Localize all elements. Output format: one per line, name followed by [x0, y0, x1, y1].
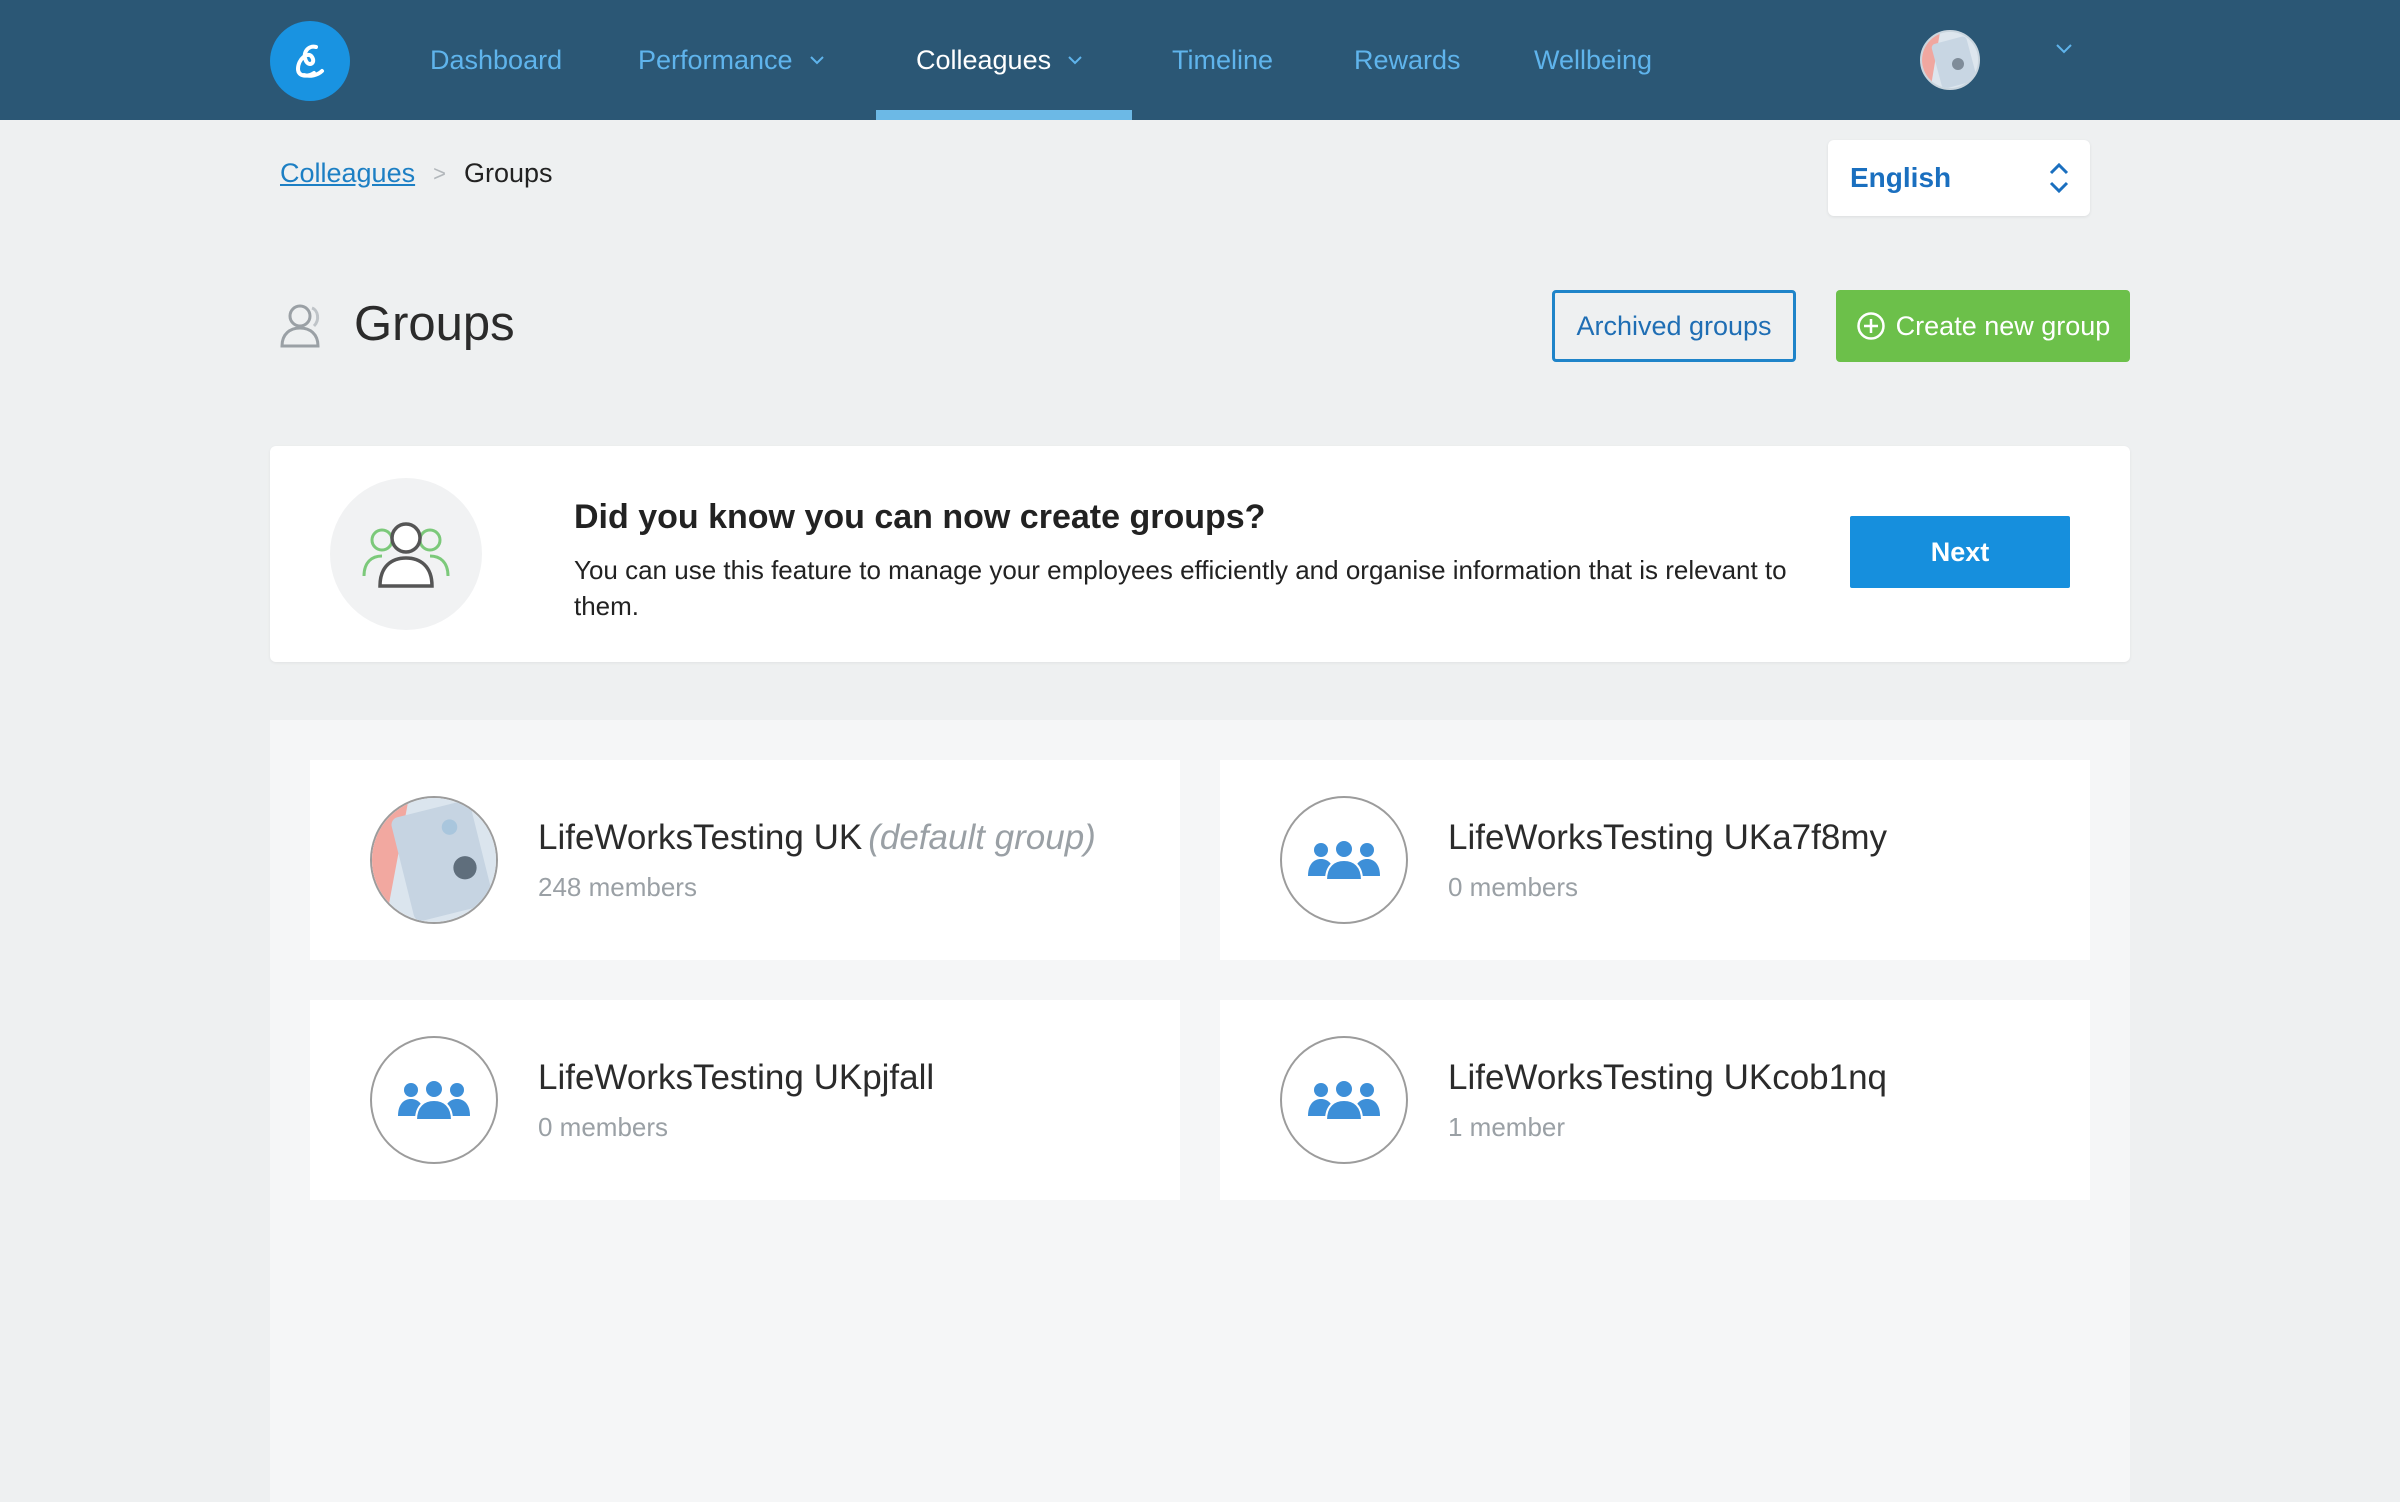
plus-circle-icon: [1856, 312, 1885, 340]
info-illustration: [330, 478, 482, 630]
group-card[interactable]: LifeWorksTesting UKpjfall 0 members: [310, 1000, 1180, 1200]
create-new-group-label: Create new group: [1895, 310, 2111, 341]
nav-colleagues[interactable]: Colleagues: [916, 0, 1085, 120]
nav-wellbeing[interactable]: Wellbeing: [1534, 0, 1652, 120]
nav-rewards-label: Rewards: [1354, 44, 1461, 75]
nav-dashboard-label: Dashboard: [430, 44, 563, 75]
group-avatar: [370, 1036, 498, 1164]
info-card-title: Did you know you can now create groups?: [574, 498, 1266, 536]
group-avatar: [1280, 1036, 1408, 1164]
lifeworks-logo[interactable]: [270, 21, 350, 101]
select-updown-icon: [2049, 162, 2069, 194]
group-name: LifeWorksTesting UKpjfall: [538, 1058, 935, 1097]
group-member-count: 0 members: [538, 1112, 669, 1142]
nav-timeline[interactable]: Timeline: [1172, 0, 1273, 120]
group-name: LifeWorksTesting UK (default group): [538, 818, 1096, 858]
breadcrumb-current: Groups: [463, 158, 553, 188]
user-photo-icon: [1922, 32, 1978, 88]
nav-wellbeing-label: Wellbeing: [1534, 44, 1653, 75]
group-people-icon: [398, 1079, 470, 1121]
archived-groups-button[interactable]: Archived groups: [1552, 290, 1796, 362]
nav-rewards[interactable]: Rewards: [1354, 0, 1461, 120]
breadcrumb: Colleagues > Groups: [280, 158, 553, 189]
logo-icon: [295, 44, 324, 78]
group-avatar: [370, 796, 498, 924]
default-group-tag: (default group): [868, 818, 1096, 857]
language-select-value: English: [1850, 162, 1952, 193]
chevron-down-icon: [809, 56, 824, 65]
nav-dashboard[interactable]: Dashboard: [430, 0, 562, 120]
group-people-icon: [1308, 1079, 1380, 1121]
user-avatar[interactable]: [1920, 30, 1980, 90]
next-button[interactable]: Next: [1850, 516, 2070, 588]
chevron-down-icon: [1068, 56, 1082, 65]
page-title: Groups: [354, 297, 515, 351]
language-select[interactable]: English: [1828, 140, 2090, 216]
nav-colleagues-label: Colleagues: [916, 44, 1052, 75]
group-avatar: [1280, 796, 1408, 924]
group-people-icon: [1308, 839, 1380, 881]
group-name: LifeWorksTesting UKa7f8my: [1448, 818, 1887, 857]
group-member-count: 1 member: [1448, 1112, 1566, 1142]
group-card[interactable]: LifeWorksTesting UKa7f8my 0 members: [1220, 760, 2090, 960]
info-card-text: You can use this feature to manage your …: [574, 555, 1787, 621]
people-group-icon: [362, 522, 450, 588]
user-menu-chevron-icon[interactable]: [2052, 40, 2076, 58]
group-name: LifeWorksTesting UKcob1nq: [1448, 1058, 1888, 1097]
breadcrumb-colleagues-link[interactable]: Colleagues: [280, 158, 415, 189]
group-name-text: LifeWorksTesting UK: [538, 818, 863, 857]
groups-outline-icon: [280, 304, 320, 348]
group-photo-icon: [372, 798, 496, 922]
nav-timeline-label: Timeline: [1172, 44, 1274, 75]
nav-performance[interactable]: Performance: [638, 0, 827, 120]
groups-info-card: Did you know you can now create groups? …: [270, 446, 2130, 662]
top-navigation: Dashboard Performance Colleagues Timelin…: [0, 0, 2400, 120]
group-member-count: 248 members: [538, 872, 697, 902]
group-card[interactable]: LifeWorksTesting UKcob1nq 1 member: [1220, 1000, 2090, 1200]
active-tab-indicator: [876, 110, 1132, 120]
create-new-group-button[interactable]: Create new group: [1836, 290, 2130, 362]
groups-list: LifeWorksTesting UK (default group) 248 m…: [270, 720, 2130, 1502]
group-card[interactable]: LifeWorksTesting UK (default group) 248 m…: [310, 760, 1180, 960]
breadcrumb-separator: >: [433, 160, 446, 186]
group-member-count: 0 members: [1448, 872, 1579, 902]
nav-performance-label: Performance: [638, 44, 793, 75]
